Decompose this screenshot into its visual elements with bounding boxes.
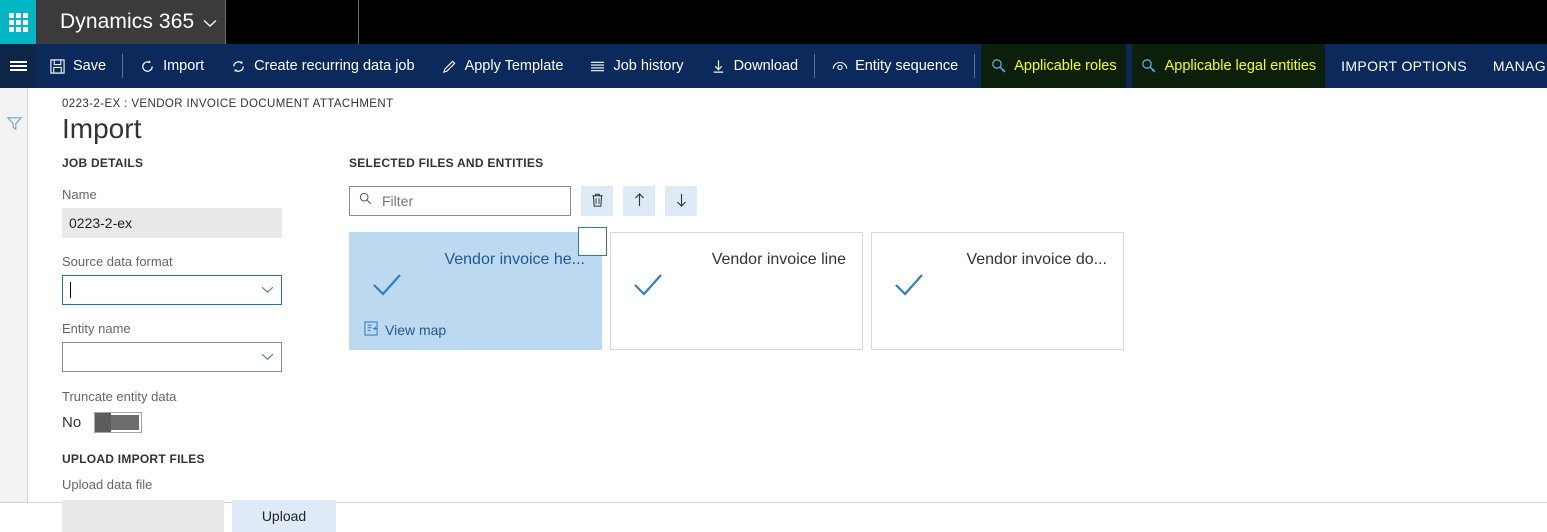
truncate-entity-data-group: Truncate entity data No [62,389,336,433]
menu-manage[interactable]: MANAGE [1480,44,1547,88]
applicable-roles-label: Applicable roles [1014,58,1117,74]
save-label: Save [73,58,107,74]
name-field-group: Name [62,187,336,238]
apply-template-button[interactable]: Apply Template [428,44,577,88]
applicable-legal-entities-button[interactable]: Applicable legal entities [1131,44,1326,88]
pencil-icon [441,58,458,75]
applicable-legal-entities-label: Applicable legal entities [1164,58,1317,74]
filter-input[interactable] [380,192,561,210]
top-bar-segment-b [358,0,1547,44]
entity-card-title: Vendor invoice he... [444,251,585,268]
checkmark-icon [633,273,663,299]
page-header: 0223-2-EX : VENDOR INVOICE DOCUMENT ATTA… [62,98,394,145]
entity-sequence-button[interactable]: Entity sequence [818,44,971,88]
delete-button[interactable] [581,186,613,216]
source-data-format-label: Source data format [62,254,173,269]
eye-circle-icon [831,58,848,75]
menu-import-options-label: IMPORT OPTIONS [1341,58,1467,74]
page-body: 0223-2-EX : VENDOR INVOICE DOCUMENT ATTA… [0,88,1547,532]
map-document-icon [364,321,378,339]
trash-can-icon [590,192,605,211]
top-bar-segment-a [225,0,358,44]
command-separator [814,54,816,78]
name-input[interactable] [62,208,282,238]
name-label: Name [62,187,97,202]
import-button[interactable]: Import [126,44,217,88]
toggle-knob [95,413,112,432]
menu-import-options[interactable]: IMPORT OPTIONS [1328,44,1480,88]
checkmark-icon [894,273,924,299]
create-recurring-data-job-button[interactable]: Create recurring data job [217,44,427,88]
download-label: Download [733,58,799,74]
checkmark-icon [372,273,402,299]
command-separator [974,54,976,78]
applicable-roles-button[interactable]: Applicable roles [981,44,1126,88]
upload-import-files-heading: UPLOAD IMPORT FILES [62,452,205,466]
refresh-circle-icon [139,58,156,75]
top-bar: Dynamics 365 [0,0,1547,44]
list-lines-icon [589,58,606,75]
view-map-label: View map [385,322,447,338]
filter-input-wrapper[interactable] [349,186,571,216]
entity-name-group: Entity name [62,321,336,372]
app-launcher-grid-icon[interactable] [0,0,36,44]
brand-label: Dynamics 365 [60,10,195,33]
recurring-circle-icon [230,58,247,75]
arrow-up-icon [632,192,647,211]
entity-card-title: Vendor invoice do... [966,251,1107,268]
funnel-filter-icon[interactable] [6,115,23,132]
entity-card-checkbox[interactable] [578,227,607,256]
menu-manage-label: MANAGE [1492,58,1547,74]
download-button[interactable]: Download [697,44,812,88]
create-recurring-data-job-label: Create recurring data job [254,58,415,74]
move-up-button[interactable] [623,186,655,216]
source-data-format-combobox[interactable] [62,275,282,305]
job-details-heading: JOB DETAILS [62,156,144,170]
chevron-down-icon[interactable] [261,286,275,294]
filter-toolbar [349,186,1124,216]
entity-card-list: Vendor invoice he... View map Vendor inv… [349,227,1124,350]
move-down-button[interactable] [665,186,697,216]
upload-file-input[interactable] [62,500,224,532]
search-icon [359,192,372,210]
entity-sequence-label: Entity sequence [855,58,959,74]
selected-files-heading: SELECTED FILES AND ENTITIES [349,156,544,170]
selected-files-and-entities-section: SELECTED FILES AND ENTITIES Filter Vendo… [349,156,1124,350]
chevron-down-icon [203,15,217,31]
truncate-entity-data-toggle[interactable] [94,412,143,433]
job-history-label: Job history [613,58,684,74]
key-icon [1141,58,1158,75]
upload-data-file-label: Upload data file [62,477,153,492]
command-bar: Save Import Create recurring data job Ap… [0,44,1547,88]
command-separator [122,54,124,78]
entity-name-label: Entity name [62,321,131,336]
view-map-link[interactable]: View map [364,321,446,339]
save-disk-icon [49,58,66,75]
upload-import-files-section: UPLOAD IMPORT FILES Upload data file Upl… [62,452,336,532]
hamburger-menu-icon[interactable] [0,44,36,88]
text-cursor [70,282,71,298]
truncate-entity-data-label: Truncate entity data [62,389,177,404]
entity-card-vendor-invoice-header[interactable]: Vendor invoice he... View map [349,227,607,350]
key-icon [990,58,1007,75]
entity-name-combobox[interactable] [62,342,282,372]
truncate-entity-data-value: No [62,414,82,431]
entity-card-vendor-invoice-line[interactable]: Vendor invoice line [610,232,863,350]
job-details-section: JOB DETAILS Name Source data format Enti… [62,156,336,532]
import-label: Import [163,58,205,74]
save-button[interactable]: Save [36,44,119,88]
brand-dynamics-365[interactable]: Dynamics 365 [36,0,225,44]
arrow-down-icon [674,192,689,211]
job-history-button[interactable]: Job history [576,44,696,88]
page-title: Import [62,113,142,144]
chevron-down-icon[interactable] [261,353,275,361]
upload-button[interactable]: Upload [232,500,336,532]
entity-card-vendor-invoice-document[interactable]: Vendor invoice do... [871,232,1124,350]
entity-card-title: Vendor invoice line [711,251,846,268]
source-data-format-group: Source data format [62,254,336,305]
download-arrow-icon [710,58,727,75]
left-rail [0,88,28,502]
breadcrumb: 0223-2-EX : VENDOR INVOICE DOCUMENT ATTA… [62,98,394,110]
apply-template-label: Apply Template [464,58,564,74]
